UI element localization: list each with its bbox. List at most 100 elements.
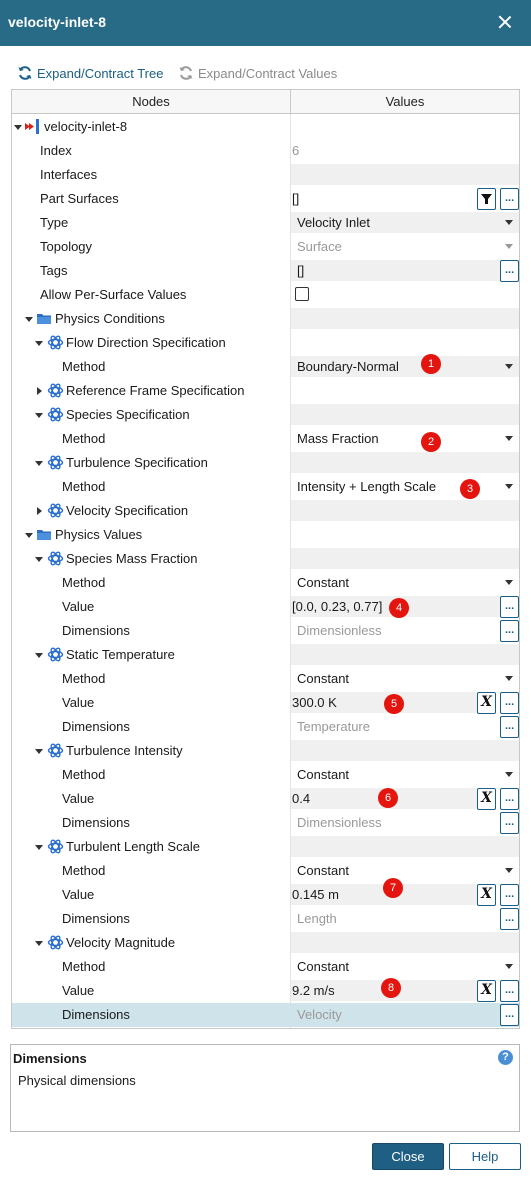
tree-row-static-temperature[interactable]: Static Temperature <box>12 643 519 667</box>
value-cell <box>291 284 519 305</box>
collapse-arrow-icon[interactable] <box>24 528 34 542</box>
tree-row-species-mass-fraction[interactable]: Species Mass Fraction <box>12 547 519 571</box>
ellipsis-button[interactable]: ... <box>500 620 519 642</box>
expand-values-button[interactable]: Expand/Contract Values <box>178 64 337 82</box>
tree-row-dimensions[interactable]: Dimensions Dimensionless ... <box>12 811 519 835</box>
ellipsis-button[interactable]: ... <box>500 596 519 618</box>
method-dropdown[interactable]: Constant <box>291 764 519 785</box>
tree-row-boundary[interactable]: velocity-inlet-8 <box>12 115 519 139</box>
annotation-badge: 3 <box>460 479 480 499</box>
tree-row-method[interactable]: Method Intensity + Length Scale <box>12 475 519 499</box>
method-dropdown[interactable]: Intensity + Length Scale <box>291 476 519 497</box>
collapse-arrow-icon[interactable] <box>34 552 44 566</box>
filter-button[interactable] <box>477 188 496 210</box>
filter-icon <box>481 194 492 204</box>
tree-row-turbulence-specification[interactable]: Turbulence Specification <box>12 451 519 475</box>
dimensions-value: Length <box>297 911 337 926</box>
ellipsis-button[interactable]: ... <box>500 1004 519 1026</box>
help-button[interactable]: Help <box>449 1143 521 1170</box>
value-cell <box>291 548 519 569</box>
tree-row-method[interactable]: Method Constant <box>12 763 519 787</box>
tree-row-method[interactable]: Method Constant <box>12 955 519 979</box>
close-button[interactable]: Close <box>372 1143 444 1170</box>
tree-row-tags[interactable]: Tags [] ... <box>12 259 519 283</box>
ellipsis-button[interactable]: ... <box>500 260 519 282</box>
tree-row-dimensions[interactable]: Dimensions Dimensionless ... <box>12 619 519 643</box>
expand-arrow-icon[interactable] <box>34 384 44 398</box>
ellipsis-button[interactable]: ... <box>500 884 519 906</box>
ellipsis-button[interactable]: ... <box>500 716 519 738</box>
tree-label: velocity-inlet-8 <box>44 119 128 134</box>
method-dropdown[interactable]: Constant <box>291 860 519 881</box>
allow-per-surface-checkbox[interactable] <box>295 287 309 301</box>
tree-row-value[interactable]: Value 0.145 m X ... <box>12 883 519 907</box>
ellipsis-button[interactable]: ... <box>500 980 519 1002</box>
tree-row-method[interactable]: Method Constant <box>12 859 519 883</box>
expand-arrow-icon[interactable] <box>34 504 44 518</box>
expand-tree-button[interactable]: Expand/Contract Tree <box>17 64 163 82</box>
collapse-arrow-icon[interactable] <box>24 312 34 326</box>
ellipsis-button[interactable]: ... <box>500 188 519 210</box>
tree-row-value[interactable]: Value 9.2 m/s X ... <box>12 979 519 1003</box>
expression-button[interactable]: X <box>477 692 496 714</box>
method-dropdown[interactable]: Constant <box>291 572 519 593</box>
tree-row-value[interactable]: Value [0.0, 0.23, 0.77] ... <box>12 595 519 619</box>
help-icon[interactable]: ? <box>498 1050 513 1065</box>
value-cell[interactable]: [] <box>291 188 477 209</box>
expression-button[interactable]: X <box>477 980 496 1002</box>
tree-row-type[interactable]: Type Velocity Inlet <box>12 211 519 235</box>
tree-row-velocity-magnitude[interactable]: Velocity Magnitude <box>12 931 519 955</box>
tree-row-interfaces[interactable]: Interfaces <box>12 163 519 187</box>
tree-row-value[interactable]: Value 300.0 K X ... <box>12 691 519 715</box>
tree-row-dimensions[interactable]: Dimensions Temperature ... <box>12 715 519 739</box>
tree-row-method[interactable]: Method Constant <box>12 571 519 595</box>
window-title: velocity-inlet-8 <box>8 14 107 30</box>
method-dropdown[interactable]: Constant <box>291 668 519 689</box>
tree-row-flow-direction[interactable]: Flow Direction Specification <box>12 331 519 355</box>
tree-row-dimensions[interactable]: Dimensions Length ... <box>12 907 519 931</box>
collapse-arrow-icon[interactable] <box>13 120 23 134</box>
tree-row-method[interactable]: Method Constant <box>12 667 519 691</box>
tree-label: Method <box>62 479 106 494</box>
collapse-arrow-icon[interactable] <box>34 744 44 758</box>
value-cell[interactable]: [] <box>291 260 500 281</box>
tree-row-method[interactable]: Method Mass Fraction <box>12 427 519 451</box>
collapse-arrow-icon[interactable] <box>34 456 44 470</box>
ellipsis-button[interactable]: ... <box>500 812 519 834</box>
expression-button[interactable]: X <box>477 884 496 906</box>
collapse-arrow-icon[interactable] <box>34 840 44 854</box>
ellipsis-button[interactable]: ... <box>500 692 519 714</box>
tree-row-topology[interactable]: Topology Surface <box>12 235 519 259</box>
collapse-arrow-icon[interactable] <box>34 936 44 950</box>
tree-row-value[interactable]: Value 0.4 X ... <box>12 787 519 811</box>
collapse-arrow-icon[interactable] <box>34 336 44 350</box>
tree-row-reference-frame[interactable]: Reference Frame Specification <box>12 379 519 403</box>
type-dropdown[interactable]: Velocity Inlet <box>291 212 519 233</box>
tree-row-allow-per-surface[interactable]: Allow Per-Surface Values <box>12 283 519 307</box>
tree-row-turbulence-intensity[interactable]: Turbulence Intensity <box>12 739 519 763</box>
method-dropdown[interactable]: Constant <box>291 956 519 977</box>
tree-row-turbulent-length-scale[interactable]: Turbulent Length Scale <box>12 835 519 859</box>
nodes-column-header[interactable]: Nodes <box>12 94 290 109</box>
ellipsis-icon: ... <box>505 912 515 924</box>
tree-row-physics-values[interactable]: Physics Values <box>12 523 519 547</box>
tree-row-velocity-specification[interactable]: Velocity Specification <box>12 499 519 523</box>
ellipsis-button[interactable]: ... <box>500 788 519 810</box>
tree-row-physics-conditions[interactable]: Physics Conditions <box>12 307 519 331</box>
collapse-arrow-icon[interactable] <box>34 648 44 662</box>
tree-row-dimensions-selected[interactable]: Dimensions Velocity ... <box>12 1003 519 1027</box>
values-column-header[interactable]: Values <box>291 94 519 109</box>
tree-row-part-surfaces[interactable]: Part Surfaces [] ... <box>12 187 519 211</box>
tree-row-index[interactable]: Index 6 <box>12 139 519 163</box>
method-value: Intensity + Length Scale <box>297 479 437 494</box>
method-dropdown[interactable]: Mass Fraction <box>291 428 519 449</box>
ellipsis-icon: ... <box>505 264 515 276</box>
close-icon[interactable] <box>495 12 515 32</box>
expression-button[interactable]: X <box>477 788 496 810</box>
tree-row-species-specification[interactable]: Species Specification <box>12 403 519 427</box>
ellipsis-button[interactable]: ... <box>500 908 519 930</box>
collapse-arrow-icon[interactable] <box>34 408 44 422</box>
physics-model-icon <box>47 503 64 518</box>
tree-row-method[interactable]: Method Boundary-Normal <box>12 355 519 379</box>
method-dropdown[interactable]: Boundary-Normal <box>291 356 519 377</box>
